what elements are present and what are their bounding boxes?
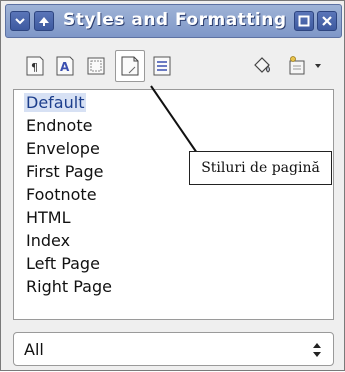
style-filter-value: All: [24, 340, 44, 359]
callout-label: Stiluri de pagină: [189, 151, 332, 185]
callout-pointer-line: [150, 85, 198, 154]
style-filter-select[interactable]: All: [13, 332, 334, 366]
styles-and-formatting-window: Styles and Formatting ¶ A Default Endnot…: [0, 0, 345, 371]
spin-arrows-icon: [313, 343, 321, 357]
